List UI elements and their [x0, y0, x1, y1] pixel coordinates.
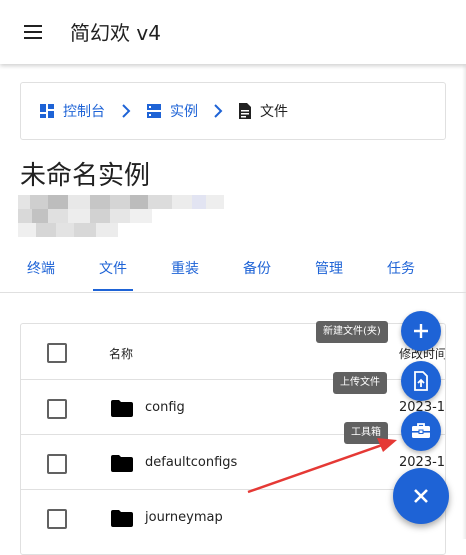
- tab-tasks[interactable]: 任务: [387, 258, 415, 278]
- fab-close-button[interactable]: [393, 468, 449, 524]
- menu-icon[interactable]: [22, 20, 46, 44]
- toolbox-tooltip: 工具箱: [344, 422, 388, 444]
- column-header-name: 名称: [109, 347, 134, 361]
- breadcrumb-item-instances[interactable]: 实例: [146, 101, 198, 121]
- breadcrumb-label-files: 文件: [260, 104, 288, 120]
- instance-name: 未命名实例: [20, 161, 151, 191]
- new-file-folder-button[interactable]: [401, 311, 441, 351]
- tab-reinstall[interactable]: 重装: [171, 258, 199, 278]
- dashboard-icon: [40, 104, 54, 118]
- plus-icon: [414, 324, 428, 338]
- chevron-right-icon: [122, 104, 131, 118]
- upload-file-icon: [414, 371, 428, 391]
- new-file-tooltip: 新建文件(夹): [316, 321, 388, 343]
- row-checkbox[interactable]: [47, 509, 67, 529]
- tab-terminal[interactable]: 终端: [27, 258, 55, 278]
- toolbox-icon: [412, 423, 430, 438]
- app-bar: 简幻欢 v4: [0, 0, 466, 64]
- app-title: 简幻欢 v4: [70, 21, 161, 45]
- active-tab-indicator: [93, 289, 133, 291]
- breadcrumb-label-instances: 实例: [170, 104, 198, 120]
- document-icon: [239, 103, 251, 119]
- row-checkbox[interactable]: [47, 454, 67, 474]
- file-name[interactable]: defaultconfigs: [145, 455, 237, 470]
- folder-icon: [111, 510, 133, 527]
- tab-manage[interactable]: 管理: [315, 258, 343, 278]
- folder-icon: [111, 400, 133, 417]
- breadcrumb-label-console: 控制台: [63, 104, 105, 120]
- breadcrumb-item-files: 文件: [238, 101, 288, 121]
- tab-backup[interactable]: 备份: [243, 258, 271, 278]
- instance-tabs: 终端 文件 重装 备份 管理 任务: [0, 250, 466, 293]
- toolbox-button[interactable]: [401, 411, 441, 451]
- chevron-right-icon: [214, 104, 223, 118]
- file-name[interactable]: journeymap: [145, 510, 223, 525]
- table-row[interactable]: journeymap: [21, 489, 445, 545]
- upload-file-tooltip: 上传文件: [333, 372, 387, 394]
- redacted-info: [18, 195, 228, 240]
- row-checkbox[interactable]: [47, 399, 67, 419]
- folder-icon: [111, 455, 133, 472]
- file-name[interactable]: config: [145, 400, 185, 415]
- close-icon: [414, 489, 428, 503]
- edge-shadow: [462, 64, 466, 539]
- select-all-checkbox[interactable]: [47, 343, 67, 363]
- dns-server-icon: [147, 104, 161, 118]
- upload-file-button[interactable]: [401, 361, 441, 401]
- breadcrumb: 控制台 实例 文件: [20, 82, 446, 140]
- breadcrumb-item-console[interactable]: 控制台: [39, 101, 105, 121]
- tab-files[interactable]: 文件: [99, 258, 127, 278]
